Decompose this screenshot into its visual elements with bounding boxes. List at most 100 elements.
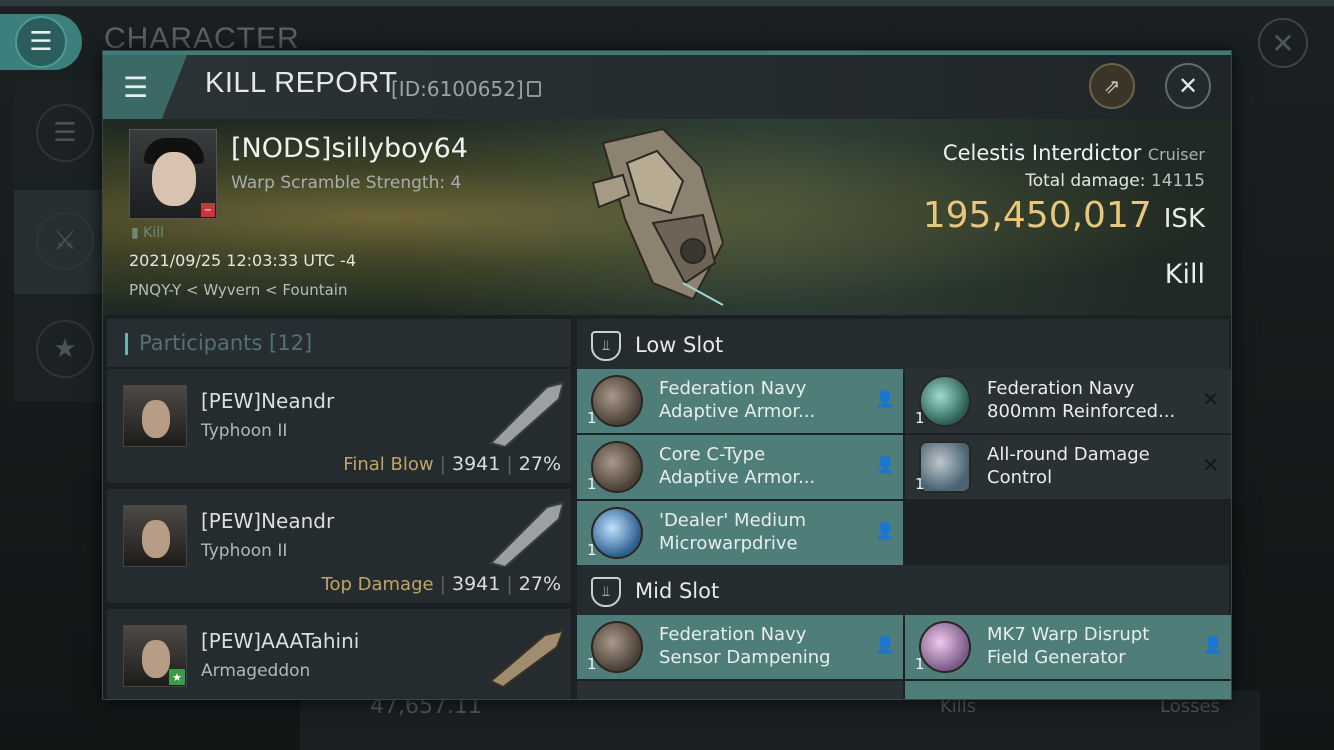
isk-value: 195,450,017 ISK xyxy=(923,195,1205,236)
participants-header-bar xyxy=(125,333,128,355)
ship-image xyxy=(591,127,725,306)
kill-datetime: 2021/09/25 12:03:33 UTC -4 xyxy=(129,251,357,270)
participants-header[interactable]: Participants [12] xyxy=(107,319,571,367)
module-name: Federation Navy 800mm Reinforced... xyxy=(987,377,1187,423)
low-slot-icon: ⫫ xyxy=(591,331,621,361)
module-name-line1: Federation Navy xyxy=(659,624,807,645)
ship-name-label: Celestis Interdictor xyxy=(942,141,1142,165)
panel-title: KILL REPORT xyxy=(205,67,398,99)
module-name-line1: MK7 Warp Disrupt xyxy=(987,624,1150,645)
participants-count: [12] xyxy=(269,331,313,355)
module-item[interactable] xyxy=(577,681,903,699)
isk-amount: 195,450,017 xyxy=(922,195,1152,236)
main-menu-button[interactable]: ☰ xyxy=(0,14,82,70)
victim-name[interactable]: [NODS]sillyboy64 xyxy=(231,133,468,164)
victim-portrait[interactable]: − xyxy=(129,129,217,219)
module-item[interactable]: 1 Federation Navy Sensor Dampening 👤 xyxy=(577,615,903,679)
module-quantity: 1 xyxy=(587,475,597,493)
participant-percent: 27% xyxy=(518,453,561,475)
mid-slot-label: Mid Slot xyxy=(635,579,720,603)
close-button[interactable]: ✕ xyxy=(1165,63,1211,109)
module-item[interactable]: 1 All-round Damage Control ✕ xyxy=(905,435,1231,499)
participant-row[interactable]: [PEW]Neandr Typhoon II Top Damage | 3941 | 2… xyxy=(107,487,571,603)
module-name-line1: 'Dealer' Medium xyxy=(659,510,807,531)
portrait-face xyxy=(152,152,196,206)
module-item[interactable]: 1 MK7 Warp Disrupt Field Generator 👤 xyxy=(905,615,1231,679)
module-item[interactable]: 1 Core C-Type Adaptive Armor... 👤 xyxy=(577,435,903,499)
participant-ship: Typhoon II xyxy=(201,421,288,441)
panel-header: ☰ KILL REPORT [ID:6100652] ⇗ ✕ xyxy=(103,55,1231,119)
star-icon[interactable]: ★ xyxy=(36,320,94,378)
module-name-line1: All-round Damage xyxy=(987,444,1150,465)
pilot-icon: 👤 xyxy=(1203,635,1223,654)
module-name-line2: Adaptive Armor... xyxy=(659,467,816,488)
mid-slot-header: ⫫ Mid Slot xyxy=(577,565,1229,619)
avatar-face xyxy=(142,640,170,678)
pilot-icon: 👤 xyxy=(875,455,895,474)
kill-tag: ▮ Kill xyxy=(131,225,165,241)
participants-panel: Participants [12] [PEW]Neandr Typhoon II… xyxy=(103,315,573,699)
pilot-icon: 👤 xyxy=(875,635,895,654)
microwarpdrive-icon xyxy=(591,507,643,559)
standing-minus-icon: − xyxy=(201,203,215,217)
kill-location[interactable]: PNQY-Y < Wyvern < Fountain xyxy=(129,281,347,299)
participant-tag: Top Damage xyxy=(321,574,434,595)
kill-id: [ID:6100652] xyxy=(391,77,524,101)
module-quantity: 1 xyxy=(915,655,925,673)
ship-thumbnail xyxy=(489,629,565,687)
low-slot-header: ⫫ Low Slot xyxy=(577,319,1229,373)
stat-separator: | xyxy=(506,573,513,595)
crossed-swords-icon[interactable]: ⚔ xyxy=(36,212,94,270)
background-sidebar: ☰ ⚔ ★ xyxy=(14,82,102,402)
module-quantity: 1 xyxy=(587,409,597,427)
participant-row[interactable]: ★ [PEW]AAATahini Armageddon xyxy=(107,607,571,699)
module-name-line2: Sensor Dampening xyxy=(659,647,831,668)
participant-ship: Armageddon xyxy=(201,661,311,681)
ship-class: Cruiser xyxy=(1147,145,1205,164)
pilot-icon: 👤 xyxy=(875,389,895,408)
external-link-icon: ⇗ xyxy=(1103,74,1121,98)
ship-thumbnail xyxy=(489,381,565,447)
panel-menu-button[interactable]: ☰ xyxy=(103,55,187,119)
background-topline xyxy=(0,0,1334,6)
module-name-line2: Adaptive Armor... xyxy=(659,401,816,422)
participant-name: [PEW]Neandr xyxy=(201,509,335,533)
module-item[interactable] xyxy=(905,681,1231,699)
participant-avatar: ★ xyxy=(123,625,187,687)
module-item[interactable]: 1 Federation Navy 800mm Reinforced... ✕ xyxy=(905,369,1231,433)
background-close-button[interactable]: ✕ xyxy=(1258,18,1308,68)
share-button[interactable]: ⇗ xyxy=(1089,63,1135,109)
isk-unit: ISK xyxy=(1163,204,1205,234)
module-name-line1: Core C-Type xyxy=(659,444,766,465)
copy-icon[interactable] xyxy=(527,81,541,97)
participant-row[interactable]: [PEW]Neandr Typhoon II Final Blow | 3941 | 2… xyxy=(107,367,571,483)
kill-result: Kill xyxy=(1164,259,1205,290)
close-icon: ✕ xyxy=(1177,72,1199,100)
stat-separator: | xyxy=(439,573,446,595)
participant-damage: 3941 xyxy=(452,573,501,595)
module-name-line2: Control xyxy=(987,467,1053,488)
destroyed-icon: ✕ xyxy=(1202,387,1219,411)
avatar-face xyxy=(142,520,170,558)
low-slot-label: Low Slot xyxy=(635,333,724,357)
stat-separator: | xyxy=(439,453,446,475)
total-damage-value: 14115 xyxy=(1150,171,1205,191)
module-item[interactable]: 1 'Dealer' Medium Microwarpdrive 👤 xyxy=(577,501,903,565)
module-name-line1: Federation Navy xyxy=(987,378,1135,399)
participant-avatar xyxy=(123,385,187,447)
destroyed-icon: ✕ xyxy=(1202,453,1219,477)
kill-tag-label: Kill xyxy=(143,225,165,241)
module-quantity: 1 xyxy=(915,409,925,427)
menu-icon: ☰ xyxy=(15,16,67,68)
list-icon[interactable]: ☰ xyxy=(36,104,94,162)
stat-separator: | xyxy=(506,453,513,475)
participants-title: Participants xyxy=(139,331,263,355)
module-item[interactable]: 1 Federation Navy Adaptive Armor... 👤 xyxy=(577,369,903,433)
armor-icon xyxy=(591,375,643,427)
plate-icon xyxy=(919,375,971,427)
victim-subtitle: Warp Scramble Strength: 4 xyxy=(231,173,462,193)
ship-name[interactable]: Celestis Interdictor Cruiser xyxy=(943,141,1205,165)
participant-percent: 27% xyxy=(518,573,561,595)
module-name: Core C-Type Adaptive Armor... xyxy=(659,443,859,489)
mid-slot-icon: ⫫ xyxy=(591,577,621,607)
